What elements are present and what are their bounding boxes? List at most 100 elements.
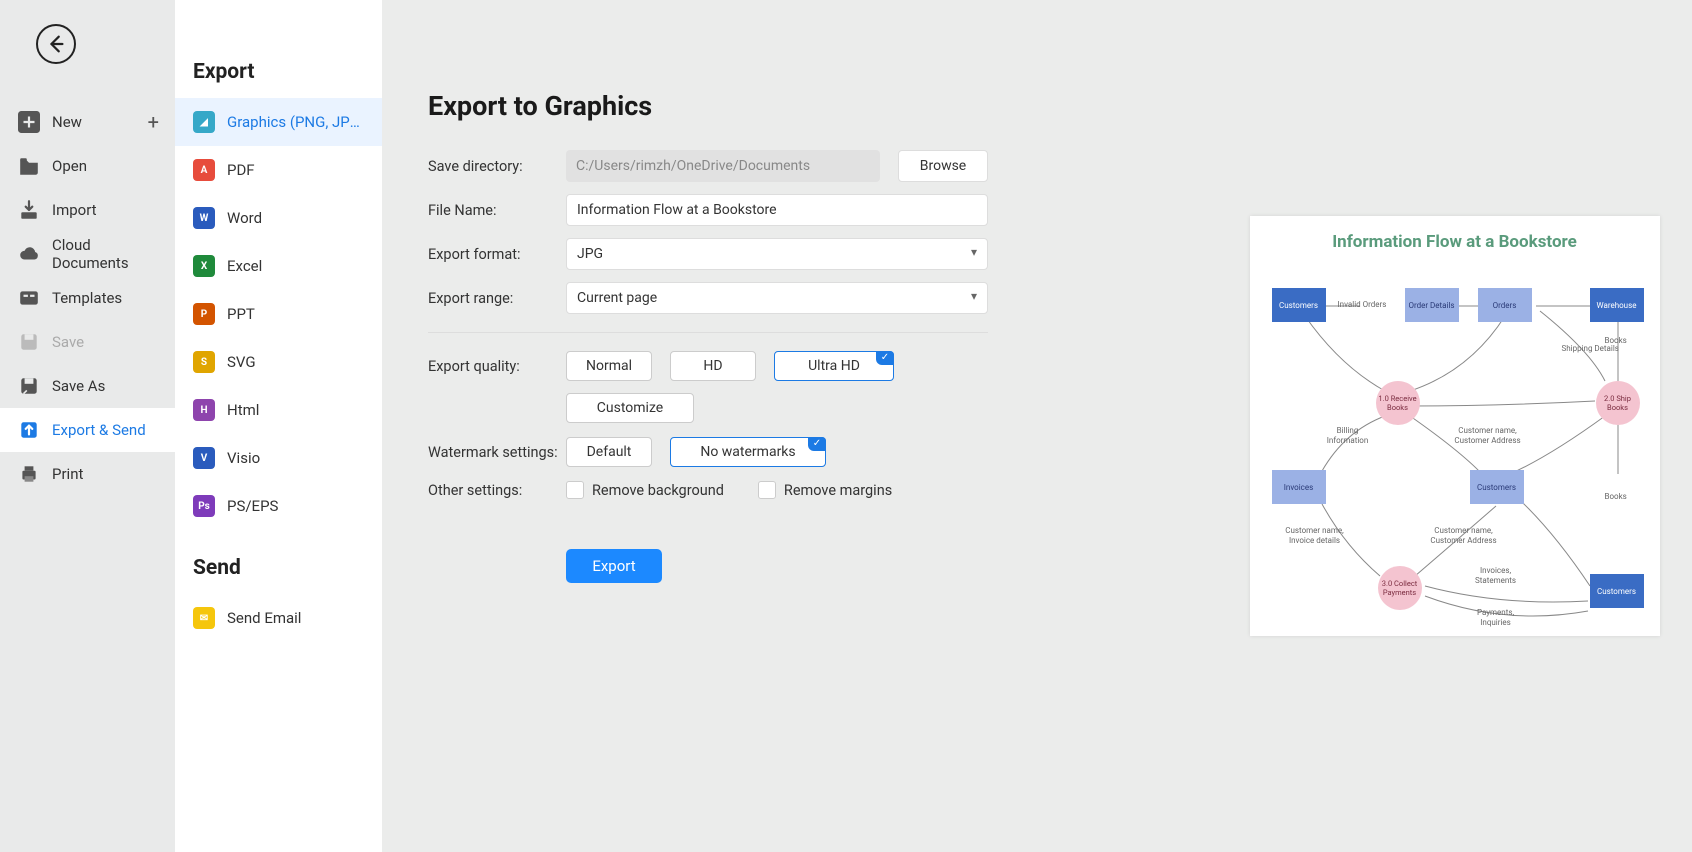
nav-label: Export & Send: [52, 421, 146, 439]
export-item-label: SVG: [227, 353, 256, 371]
pv-box-order-details: Order Details: [1405, 288, 1459, 322]
save-dir-input[interactable]: C:/Users/rimzh/OneDrive/Documents: [566, 150, 880, 182]
send-heading: Send: [175, 556, 382, 594]
quality-customize[interactable]: Customize: [566, 393, 694, 423]
range-select[interactable]: Current page: [566, 282, 988, 314]
label-format: Export format:: [428, 246, 566, 263]
export-icon: [18, 419, 40, 441]
format-select[interactable]: JPG: [566, 238, 988, 270]
pdf-icon: A: [193, 159, 215, 181]
file-name-input[interactable]: Information Flow at a Bookstore: [566, 194, 988, 226]
send-item-label: Send Email: [227, 609, 301, 627]
export-item-label: PDF: [227, 161, 255, 179]
label-watermark: Watermark settings:: [428, 444, 566, 461]
export-item-html[interactable]: H Html: [175, 386, 382, 434]
pv-circ-ship: 2.0 Ship Books: [1596, 381, 1640, 425]
label-file-name: File Name:: [428, 202, 566, 219]
pv-lbl: Books: [1605, 336, 1627, 346]
export-item-visio[interactable]: V Visio: [175, 434, 382, 482]
save-as-icon: [18, 375, 40, 397]
quality-normal[interactable]: Normal: [566, 351, 652, 381]
export-item-label: PS/EPS: [227, 497, 278, 515]
nav-item-open[interactable]: Open: [0, 144, 175, 188]
graphics-icon: ◢: [193, 111, 215, 133]
checkbox-label: Remove background: [592, 482, 724, 499]
label-save-dir: Save directory:: [428, 158, 566, 175]
pv-box-warehouse: Warehouse: [1590, 288, 1644, 322]
nav-label: Open: [52, 157, 87, 175]
pv-box-customers: Customers: [1272, 288, 1326, 322]
label-range: Export range:: [428, 290, 566, 307]
checkbox-icon: [758, 481, 776, 499]
export-button[interactable]: Export: [566, 549, 662, 583]
export-form: Save directory: C:/Users/rimzh/OneDrive/…: [428, 150, 988, 583]
pv-box-customers2: Customers: [1470, 470, 1524, 504]
export-heading: Export: [175, 60, 382, 98]
export-item-pdf[interactable]: A PDF: [175, 146, 382, 194]
export-item-word[interactable]: W Word: [175, 194, 382, 242]
svg-icon: S: [193, 351, 215, 373]
save-icon: [18, 331, 40, 353]
label-quality: Export quality:: [428, 358, 566, 375]
export-item-excel[interactable]: X Excel: [175, 242, 382, 290]
preview-panel: Information Flow at a Bookstore Customer…: [1217, 0, 1692, 852]
nav-item-cloud[interactable]: Cloud Documents: [0, 232, 175, 276]
quality-ultrahd[interactable]: Ultra HD: [774, 351, 894, 381]
watermark-default[interactable]: Default: [566, 437, 652, 467]
export-item-pseps[interactable]: Ps PS/EPS: [175, 482, 382, 530]
nav-item-save-as[interactable]: Save As: [0, 364, 175, 408]
plus-square-icon: [18, 111, 40, 133]
export-item-label: Graphics (PNG, JPG et…: [227, 113, 364, 131]
nav-item-templates[interactable]: Templates: [0, 276, 175, 320]
remove-margins-checkbox[interactable]: Remove margins: [758, 481, 892, 499]
send-item-email[interactable]: ✉ Send Email: [175, 594, 382, 642]
excel-icon: X: [193, 255, 215, 277]
pv-box-customers3: Customers: [1590, 574, 1644, 608]
print-icon: [18, 463, 40, 485]
pv-circ-receive: 1.0 Receive Books: [1376, 381, 1420, 425]
preview-title: Information Flow at a Bookstore: [1266, 232, 1644, 253]
pv-lbl: Books: [1605, 492, 1627, 502]
cloud-icon: [18, 243, 40, 265]
pv-lbl: Billing Information: [1318, 426, 1378, 445]
watermark-none[interactable]: No watermarks: [670, 437, 826, 467]
export-item-label: Html: [227, 401, 259, 419]
label-other: Other settings:: [428, 482, 566, 499]
main-panel: Export to Graphics Save directory: C:/Us…: [382, 0, 1217, 852]
export-item-label: Visio: [227, 449, 260, 467]
nav-label: Templates: [52, 289, 122, 307]
page-title: Export to Graphics: [428, 90, 1177, 122]
nav-label: Save: [52, 333, 84, 351]
html-icon: H: [193, 399, 215, 421]
export-item-ppt[interactable]: P PPT: [175, 290, 382, 338]
pv-circ-collect: 3.0 Collect Payments: [1378, 566, 1422, 610]
browse-button[interactable]: Browse: [898, 150, 988, 182]
export-list-panel: Export ◢ Graphics (PNG, JPG et… A PDF W …: [175, 0, 382, 852]
pv-lbl: Customer name, Invoice details: [1280, 526, 1350, 545]
export-item-graphics[interactable]: ◢ Graphics (PNG, JPG et…: [175, 98, 382, 146]
ppt-icon: P: [193, 303, 215, 325]
preview-canvas: Information Flow at a Bookstore Customer…: [1250, 216, 1660, 636]
nav-label: Cloud Documents: [52, 236, 157, 272]
remove-bg-checkbox[interactable]: Remove background: [566, 481, 724, 499]
nav-item-new[interactable]: New +: [0, 100, 175, 144]
nav-item-print[interactable]: Print: [0, 452, 175, 496]
nav-label: Import: [52, 201, 97, 219]
nav-item-export-send[interactable]: Export & Send: [0, 408, 175, 452]
nav-label: Save As: [52, 377, 105, 395]
plus-icon[interactable]: +: [148, 110, 159, 134]
pv-lbl: Customer name, Customer Address: [1448, 426, 1528, 445]
pv-box-orders: Orders: [1478, 288, 1532, 322]
nav-item-import[interactable]: Import: [0, 188, 175, 232]
checkbox-icon: [566, 481, 584, 499]
pseps-icon: Ps: [193, 495, 215, 517]
back-button[interactable]: [36, 24, 76, 64]
word-icon: W: [193, 207, 215, 229]
arrow-left-icon: [45, 33, 67, 55]
pv-lbl: Invalid Orders: [1338, 300, 1387, 310]
pv-lbl: Invoices, Statements: [1466, 566, 1526, 585]
export-item-svg[interactable]: S SVG: [175, 338, 382, 386]
visio-icon: V: [193, 447, 215, 469]
pv-lbl: Customer name, Customer Address: [1424, 526, 1504, 545]
quality-hd[interactable]: HD: [670, 351, 756, 381]
